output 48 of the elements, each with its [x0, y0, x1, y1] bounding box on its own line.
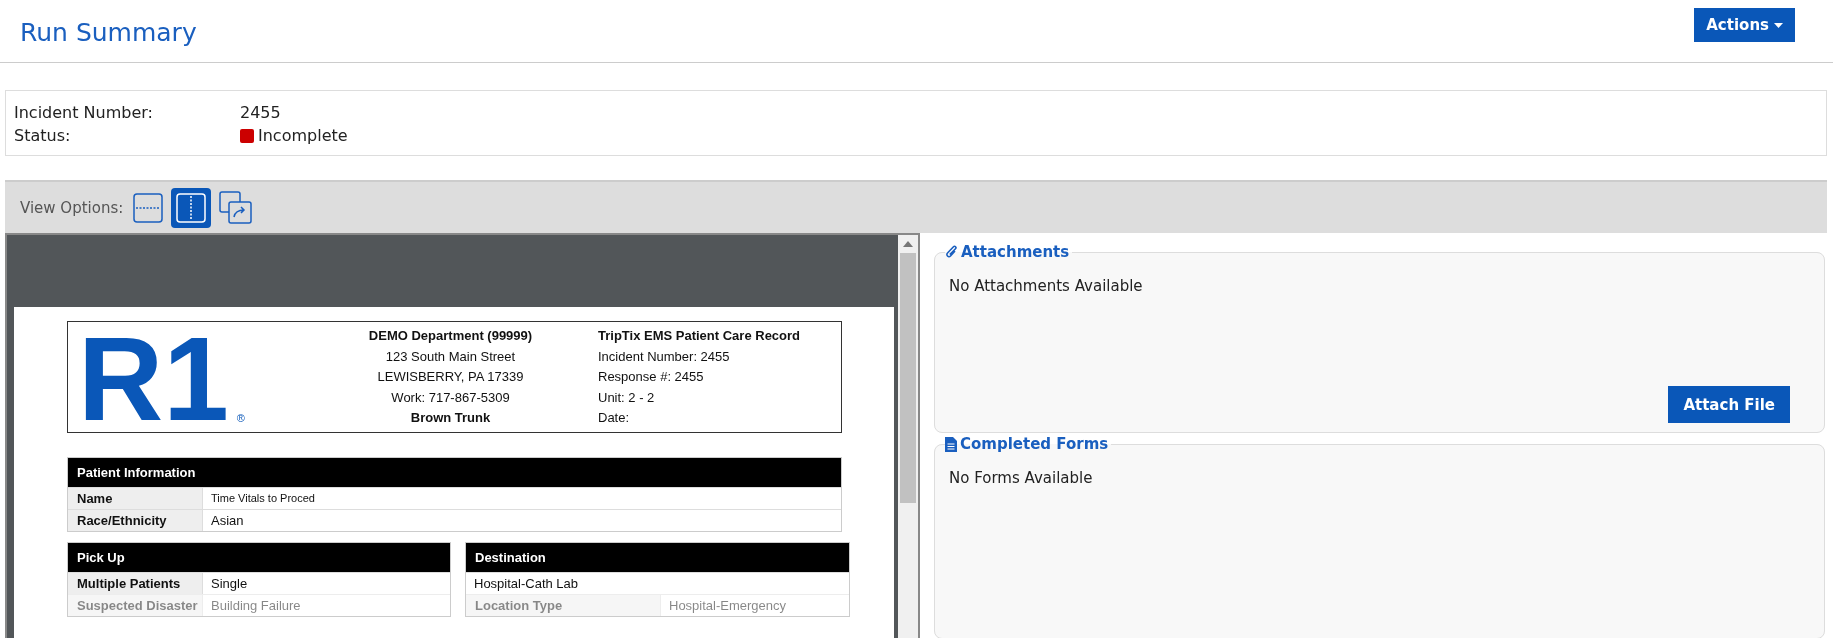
- table-cell: Race/Ethnicity: [68, 510, 203, 531]
- view-options-label: View Options:: [20, 198, 124, 217]
- scrollbar[interactable]: [898, 235, 918, 638]
- table-cell: Multiple Patients: [68, 573, 203, 594]
- table-cell: Name: [68, 488, 203, 509]
- department-line: Brown Trunk: [409, 409, 492, 427]
- department-line: LEWISBERRY, PA 17339: [376, 368, 525, 386]
- table-cell-text: Single: [210, 575, 248, 593]
- record-line: Incident Number: 2455: [598, 347, 731, 366]
- registered-mark: ®: [236, 412, 245, 424]
- logo: R1: [78, 334, 229, 424]
- scrollbar-thumb[interactable]: [900, 253, 916, 503]
- paperclip-icon: [945, 244, 958, 260]
- table-cell: Location Type: [466, 595, 661, 616]
- scroll-up-icon[interactable]: [903, 241, 913, 247]
- department-line: DEMO Department (99999): [367, 327, 534, 345]
- table-cell-text: Hospital-Emergency: [668, 597, 787, 615]
- table-header: Destination: [466, 543, 849, 572]
- vertical-split-icon: [176, 192, 207, 223]
- horizontal-split-button[interactable]: [131, 190, 166, 225]
- page-title: Run Summary: [20, 18, 197, 47]
- record-line: Date:: [598, 409, 631, 427]
- table-cell-text: Asian: [210, 512, 244, 530]
- popout-icon: [219, 190, 254, 225]
- attach-file-button[interactable]: Attach File: [1668, 386, 1790, 423]
- table-header: Patient Information: [68, 458, 841, 487]
- record-line: Response #: 2455: [598, 368, 705, 386]
- department-line: Work: 717-867-5309: [390, 388, 511, 407]
- actions-button[interactable]: Actions: [1694, 8, 1795, 42]
- record-line: TripTix EMS Patient Care Record: [598, 327, 801, 345]
- field-label: Status:: [14, 126, 72, 145]
- horizontal-split-icon: [133, 192, 164, 223]
- table-cell-text: Building Failure: [210, 597, 301, 615]
- empty-message: No Attachments Available: [949, 277, 1143, 295]
- table-cell: Suspected Disaster: [68, 595, 203, 616]
- vertical-split-button[interactable]: [171, 187, 212, 228]
- field-value: Incomplete: [258, 126, 348, 145]
- panel-title: Attachments: [961, 243, 1070, 261]
- department-line: 123 South Main Street: [384, 347, 517, 366]
- panel-title: Completed Forms: [960, 435, 1109, 453]
- field-label: Incident Number:: [14, 103, 154, 122]
- field-value: 2455: [240, 103, 281, 122]
- empty-message: No Forms Available: [949, 469, 1094, 487]
- table-cell-text: Hospital-Cath Lab: [473, 575, 579, 593]
- table-header: Pick Up: [68, 543, 450, 572]
- record-line: Unit: 2 - 2: [598, 388, 656, 407]
- caret-icon: [1774, 22, 1783, 28]
- table-cell-text: Time Vitals to Proced: [210, 491, 315, 506]
